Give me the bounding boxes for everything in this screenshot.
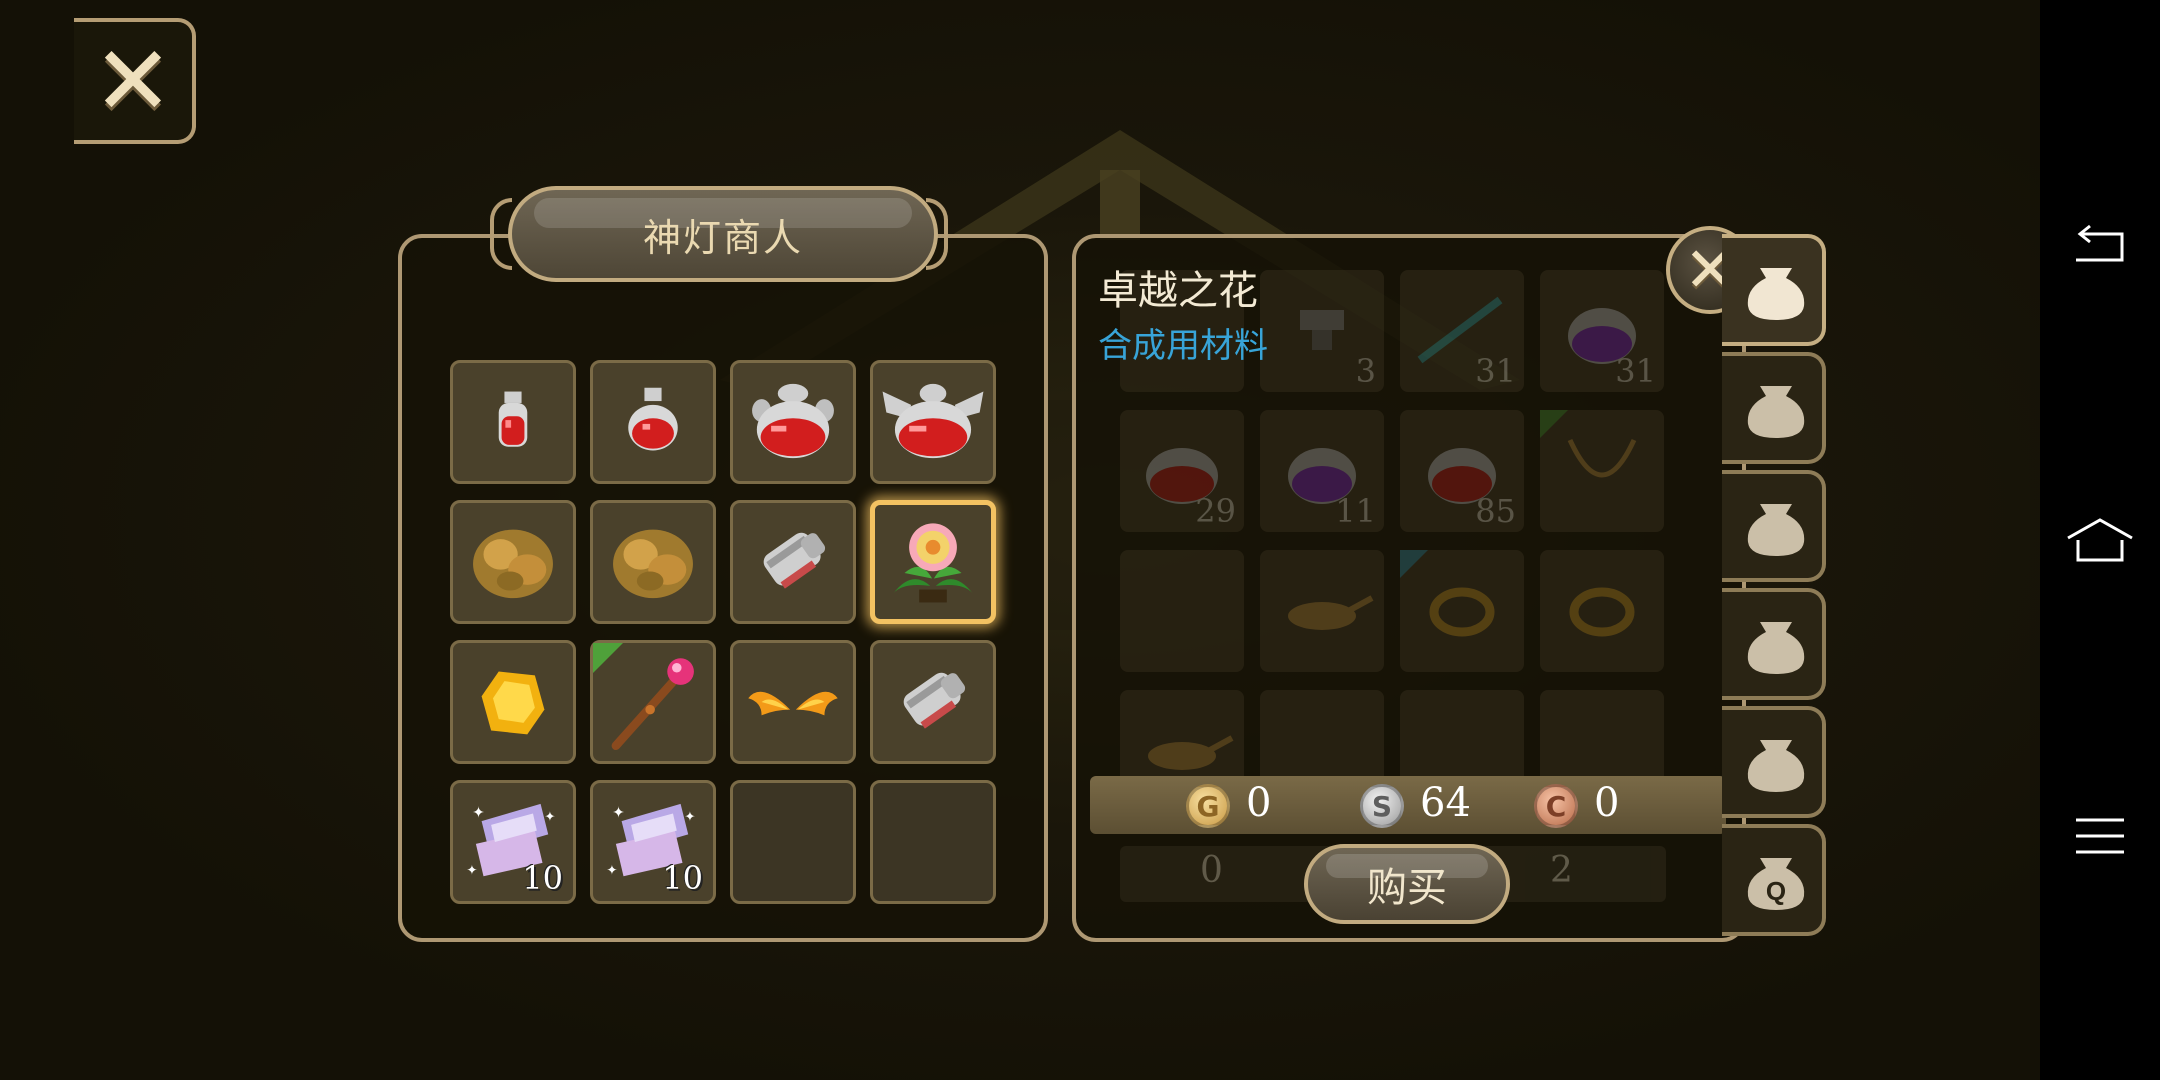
system-navigation-bar <box>2040 0 2160 1080</box>
svg-text:✦: ✦ <box>612 803 625 821</box>
shop-slot-selected[interactable] <box>870 500 996 624</box>
bag-icon <box>1747 622 1805 674</box>
inventory-slot <box>1540 550 1664 672</box>
shop-slot[interactable] <box>730 640 856 764</box>
bag-tab-1[interactable] <box>1722 234 1826 346</box>
shop-slot[interactable] <box>870 360 996 484</box>
bag-icon <box>1747 386 1805 438</box>
shop-slot[interactable] <box>870 640 996 764</box>
ruby-staff-icon <box>611 658 694 751</box>
shop-title: 神灯商人 <box>642 215 803 260</box>
back-button[interactable] <box>2060 204 2140 284</box>
gold-ring-icon <box>1429 587 1495 637</box>
svg-text:✦: ✦ <box>606 863 617 878</box>
shop-slot[interactable] <box>730 360 856 484</box>
svg-text:✦: ✦ <box>472 803 485 821</box>
inventory-slot <box>1540 410 1664 532</box>
shop-slot[interactable] <box>450 360 576 484</box>
bag-tab-5[interactable] <box>1722 706 1826 818</box>
bag-icon <box>1747 268 1805 320</box>
gold-ring-icon <box>1569 587 1635 637</box>
shop-slot[interactable] <box>590 640 716 764</box>
medium-red-potion-icon <box>628 387 678 451</box>
svg-text:✦: ✦ <box>544 810 555 825</box>
back-icon <box>2076 224 2124 262</box>
bag-tab-3[interactable] <box>1722 470 1826 582</box>
silver-gauntlet-icon <box>763 532 826 589</box>
price-silver: 64 <box>1420 780 1471 826</box>
inventory-slot: 3 <box>1260 270 1384 392</box>
gold-ore-icon <box>473 529 553 599</box>
inventory-slot: 85 <box>1400 410 1524 532</box>
item-quantity: 10 <box>662 859 703 897</box>
menu-button[interactable] <box>2060 796 2140 876</box>
inventory-slot <box>1120 550 1244 672</box>
inventory-slot: 31 <box>1540 270 1664 392</box>
bag-tab-4[interactable] <box>1722 588 1826 700</box>
shop-slot[interactable] <box>730 500 856 624</box>
inventory-slot <box>1260 550 1384 672</box>
svg-text:✦: ✦ <box>466 863 477 878</box>
shop-slot-empty[interactable] <box>870 780 996 904</box>
shop-title-plate: 神灯商人 <box>508 186 938 282</box>
shop-slot[interactable] <box>590 360 716 484</box>
item-name: 卓越之花 <box>1098 268 1258 314</box>
inventory-slot: 29 <box>1120 410 1244 532</box>
small-red-potion-icon <box>498 391 528 447</box>
large-red-potion-icon <box>752 383 834 459</box>
price-copper: 0 <box>1594 780 1620 826</box>
quest-bag-icon: Q <box>1747 858 1805 910</box>
home-button[interactable] <box>2060 500 2140 580</box>
silver-coin-icon: S <box>1360 784 1404 828</box>
inventory-slot: 11 <box>1260 410 1384 532</box>
item-quantity: 10 <box>522 859 563 897</box>
gold-coin-icon: G <box>1186 784 1230 828</box>
shop-slot[interactable]: ✦ ✦ ✦ 10 <box>450 780 576 904</box>
close-icon: ✕ <box>92 25 174 137</box>
buy-button-label: 购买 <box>1367 865 1447 911</box>
flower-icon <box>893 523 973 603</box>
item-type: 合成用材料 <box>1098 326 1268 366</box>
shop-slot[interactable] <box>590 500 716 624</box>
winged-red-potion-icon <box>882 383 984 459</box>
svg-text:✦: ✦ <box>684 810 695 825</box>
yellow-gem-icon <box>481 671 545 735</box>
menu-icon <box>2076 818 2124 854</box>
bag-tab-2[interactable] <box>1722 352 1826 464</box>
silver-gauntlet-icon <box>903 672 966 729</box>
gold-necklace-icon <box>1567 438 1637 478</box>
price-gold: 0 <box>1246 780 1272 826</box>
shop-slot-empty[interactable] <box>730 780 856 904</box>
inventory-slot: 31 <box>1400 270 1524 392</box>
shop-slot[interactable]: ✦ ✦ ✦ 10 <box>590 780 716 904</box>
copper-coin-icon: C <box>1534 784 1578 828</box>
bag-icon <box>1747 504 1805 556</box>
bag-tab-quest[interactable]: Q <box>1722 824 1826 936</box>
svg-text:Q: Q <box>1766 876 1786 906</box>
inventory-slot <box>1400 550 1524 672</box>
top-close-button[interactable]: ✕ <box>74 18 196 144</box>
shop-slot[interactable] <box>450 500 576 624</box>
price-bar: G 0 S 64 C 0 <box>1090 776 1726 834</box>
home-icon <box>2067 518 2133 562</box>
shop-slot[interactable] <box>450 640 576 764</box>
magic-lamp-icon <box>1288 595 1374 630</box>
bag-icon <box>1747 740 1805 792</box>
fire-wings-icon <box>748 691 838 716</box>
gold-ore-icon <box>613 529 693 599</box>
buy-button[interactable]: 购买 <box>1304 844 1510 924</box>
